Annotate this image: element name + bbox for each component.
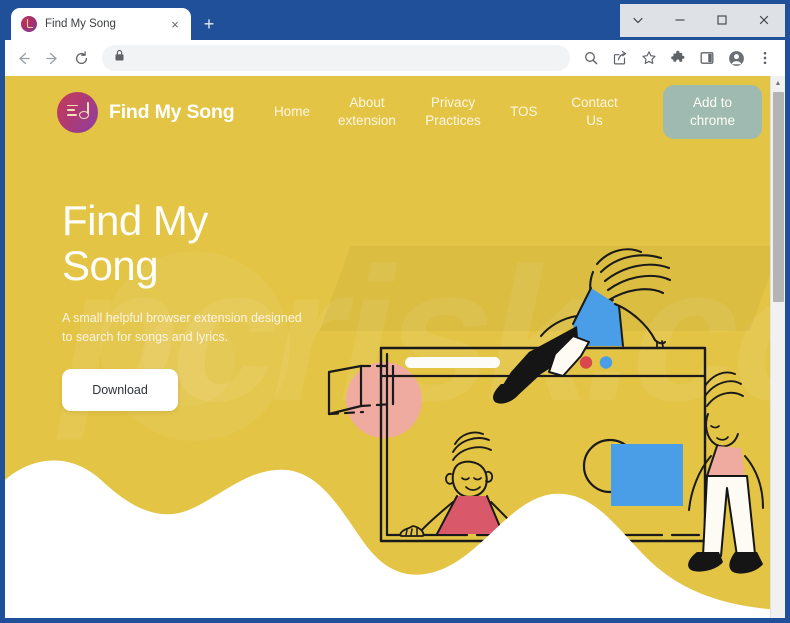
nav-item-tos[interactable]: TOS	[496, 103, 552, 121]
scroll-up-arrow-icon[interactable]: ▲	[771, 76, 785, 91]
share-icon[interactable]	[606, 44, 634, 72]
minimize-icon[interactable]	[659, 5, 701, 35]
find-my-song-logo	[57, 91, 98, 133]
close-window-icon[interactable]	[743, 5, 785, 35]
nav-item-about-extension[interactable]: About extension	[324, 94, 410, 130]
find-my-song-favicon	[21, 16, 37, 32]
browser-tab[interactable]: Find My Song ×	[11, 8, 191, 40]
reload-icon[interactable]	[67, 44, 95, 72]
page-title: Find My Song	[62, 198, 382, 289]
address-bar[interactable]	[102, 45, 570, 71]
hero-subtitle: A small helpful browser extension design…	[62, 310, 302, 345]
site-header: Find My Song Home About extension Privac…	[5, 76, 780, 148]
main-navigation: Home About extension Privacy Practices T…	[234, 94, 663, 130]
side-panel-icon[interactable]	[693, 44, 721, 72]
page-viewport: pcrisk.com Find My Song Home About exten…	[5, 76, 785, 618]
logo-music-note-icon	[79, 101, 89, 119]
brand[interactable]: Find My Song	[57, 91, 235, 133]
profile-avatar-icon[interactable]	[722, 44, 750, 72]
zoom-search-icon[interactable]	[577, 44, 605, 72]
toolbar-right-icons	[577, 44, 779, 72]
forward-arrow-icon[interactable]	[38, 44, 66, 72]
nav-item-home[interactable]: Home	[260, 103, 324, 121]
add-to-chrome-button[interactable]: Add to chrome	[663, 85, 762, 139]
tab-strip: Find My Song × +	[5, 4, 785, 40]
hero-title-line-2: Song	[62, 242, 159, 290]
close-tab-icon[interactable]: ×	[167, 16, 183, 32]
three-dot-menu-icon[interactable]	[751, 44, 779, 72]
hero-section: Find My Song A small helpful browser ext…	[62, 198, 382, 412]
download-button[interactable]: Download	[62, 369, 178, 412]
web-page: pcrisk.com Find My Song Home About exten…	[5, 76, 780, 618]
tab-title: Find My Song	[45, 18, 116, 30]
page-scrollbar[interactable]: ▲	[770, 76, 785, 618]
brand-name: Find My Song	[109, 100, 235, 123]
hero-title-line-1: Find My	[62, 197, 208, 244]
window-controls	[617, 4, 785, 36]
lock-icon	[114, 49, 125, 67]
nav-item-privacy-practices[interactable]: Privacy Practices	[410, 94, 496, 130]
decorative-wave	[5, 428, 780, 618]
decorative-diagonal-band	[320, 246, 780, 331]
back-arrow-icon[interactable]	[9, 44, 37, 72]
extensions-puzzle-icon[interactable]	[664, 44, 692, 72]
bookmark-star-icon[interactable]	[635, 44, 663, 72]
new-tab-button[interactable]: +	[195, 10, 223, 38]
browser-toolbar	[5, 40, 785, 76]
maximize-icon[interactable]	[701, 5, 743, 35]
logo-bars-icon	[67, 104, 78, 119]
nav-item-contact-us[interactable]: Contact Us	[551, 94, 637, 130]
browser-window: Find My Song × + pcrisk.com Find My Song…	[0, 0, 790, 623]
tab-search-chevron-icon[interactable]	[617, 5, 659, 35]
scrollbar-thumb[interactable]	[773, 92, 784, 302]
